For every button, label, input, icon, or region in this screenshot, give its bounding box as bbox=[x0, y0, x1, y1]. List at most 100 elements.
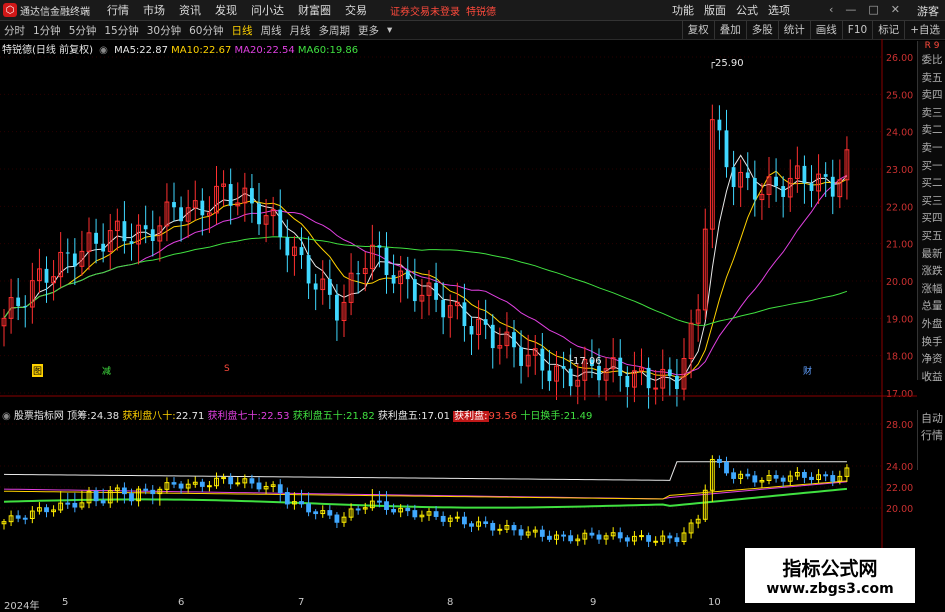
candle-body bbox=[441, 299, 446, 318]
sub-candle-body bbox=[653, 540, 659, 543]
toolbar-right: 复权 叠加 多股 统计 画线 F10 标记 +自选 bbox=[681, 21, 945, 39]
period-5min[interactable]: 5分钟 bbox=[69, 23, 97, 38]
side-tab-11[interactable]: 最新 bbox=[922, 246, 943, 264]
side-tab-2[interactable]: 卖四 bbox=[922, 87, 943, 105]
period-60min[interactable]: 60分钟 bbox=[189, 23, 223, 38]
menu-news[interactable]: 资讯 bbox=[179, 2, 201, 18]
login-notice[interactable]: 证券交易未登录 bbox=[390, 3, 460, 18]
menu-market[interactable]: 市场 bbox=[143, 2, 165, 18]
marker-s[interactable]: S bbox=[224, 364, 230, 374]
sub-candle-body bbox=[235, 482, 241, 485]
sub-candle-body bbox=[256, 482, 262, 490]
high-value: 25.90 bbox=[715, 58, 744, 69]
side-tab-quote[interactable]: 行情 bbox=[921, 427, 943, 444]
mark-button[interactable]: 标记 bbox=[872, 21, 904, 39]
candle-body bbox=[490, 324, 495, 349]
period-multi[interactable]: 多周期 bbox=[319, 23, 351, 38]
side-tab-16[interactable]: 换手 bbox=[922, 334, 943, 352]
menu-discover[interactable]: 发现 bbox=[215, 2, 237, 18]
ma20-line bbox=[3, 174, 848, 376]
marker-finance[interactable]: 财 bbox=[803, 364, 812, 377]
multi-stock-button[interactable]: 多股 bbox=[745, 21, 778, 39]
sub-candle-body bbox=[327, 510, 333, 516]
profit50-label: 获利盘五十: bbox=[292, 411, 347, 422]
side-tab-8[interactable]: 买三 bbox=[922, 193, 943, 211]
menu-ask[interactable]: 问小达 bbox=[251, 2, 284, 18]
profit5-value: 17.01 bbox=[421, 411, 450, 422]
menu-options[interactable]: 选项 bbox=[768, 2, 790, 18]
overlay-button[interactable]: 叠加 bbox=[713, 21, 746, 39]
candle-body bbox=[809, 183, 814, 191]
side-tab-14[interactable]: 总量 bbox=[922, 298, 943, 316]
menu-trade[interactable]: 交易 bbox=[345, 2, 367, 18]
low-value: 17.06 bbox=[573, 356, 602, 367]
side-tab-0[interactable]: 委比 bbox=[922, 52, 943, 70]
kline-chart[interactable]: 26.00 25.00 24.00 23.00 22.00 21.00 20.00 19.00… bbox=[0, 39, 917, 609]
sub-candle-body bbox=[306, 503, 311, 513]
side-tab-1[interactable]: 卖五 bbox=[922, 70, 943, 88]
period-weekly[interactable]: 周线 bbox=[261, 23, 282, 38]
add-watchlist-button[interactable]: +自选 bbox=[904, 21, 945, 39]
side-tab-9[interactable]: 买四 bbox=[922, 210, 943, 228]
back-icon[interactable]: ‹ bbox=[829, 3, 833, 16]
maximize-icon[interactable]: □ bbox=[868, 3, 878, 16]
candle-body bbox=[200, 200, 205, 216]
high-price-label: ┌25.90 bbox=[709, 58, 744, 69]
side-tab-6[interactable]: 买一 bbox=[922, 158, 943, 176]
side-tab-15[interactable]: 外盘 bbox=[922, 316, 943, 334]
side-tab-5[interactable]: 卖一 bbox=[922, 140, 943, 158]
indicator-settings-icon[interactable]: ◉ bbox=[2, 411, 11, 422]
price-tick: 24.00 bbox=[886, 128, 913, 139]
side-tab-4[interactable]: 卖二 bbox=[922, 122, 943, 140]
side-tab-13[interactable]: 涨幅 bbox=[922, 281, 943, 299]
draw-button[interactable]: 画线 bbox=[809, 21, 842, 39]
sub-candle-body bbox=[15, 515, 21, 519]
menu-formula[interactable]: 公式 bbox=[736, 2, 758, 18]
price-tick: 22.00 bbox=[886, 483, 913, 494]
period-15min[interactable]: 15分钟 bbox=[104, 23, 138, 38]
side-tab-18[interactable]: 收益 bbox=[922, 369, 943, 387]
sub-candle-body bbox=[539, 529, 545, 537]
side-tab-7[interactable]: 买二 bbox=[922, 175, 943, 193]
period-daily[interactable]: 日线 bbox=[232, 23, 253, 38]
minimize-icon[interactable]: — bbox=[845, 3, 856, 16]
adjust-button[interactable]: 复权 bbox=[681, 21, 714, 39]
side-tab-12[interactable]: 涨跌 bbox=[922, 263, 943, 281]
sub-candle-body bbox=[773, 475, 779, 479]
sub-candle-body bbox=[624, 537, 630, 542]
marker-news[interactable]: 图 bbox=[32, 364, 44, 377]
marker-reduce[interactable]: 减 bbox=[102, 364, 111, 377]
side-tab-3[interactable]: 卖三 bbox=[922, 105, 943, 123]
sub-candle-body bbox=[171, 482, 177, 485]
menu-wealth[interactable]: 财富圈 bbox=[298, 2, 331, 18]
period-intraday[interactable]: 分时 bbox=[4, 23, 25, 38]
f10-button[interactable]: F10 bbox=[841, 21, 872, 39]
sub-candle-body bbox=[143, 488, 149, 491]
candle-body bbox=[356, 273, 361, 275]
side-tab-10[interactable]: 买五 bbox=[922, 228, 943, 246]
side-tab-auto[interactable]: 自动 bbox=[921, 410, 943, 427]
side-tab-17[interactable]: 净资 bbox=[922, 351, 943, 369]
sub-candle-body bbox=[561, 534, 566, 537]
sub-candle-body bbox=[454, 516, 460, 519]
menu-market-quote[interactable]: 行情 bbox=[107, 2, 129, 18]
candle-body bbox=[44, 268, 49, 283]
top-chip-line bbox=[3, 461, 847, 481]
guest-label[interactable]: 游客 bbox=[917, 3, 939, 19]
menu-layout[interactable]: 版面 bbox=[704, 2, 726, 18]
sub-candle-body bbox=[65, 502, 71, 505]
sub-candle-body bbox=[830, 475, 836, 482]
close-icon[interactable]: ✕ bbox=[891, 3, 900, 16]
menu-function[interactable]: 功能 bbox=[672, 2, 694, 18]
period-monthly[interactable]: 月线 bbox=[290, 23, 311, 38]
period-30min[interactable]: 30分钟 bbox=[147, 23, 181, 38]
side-top-indicator[interactable]: R 9 bbox=[925, 41, 940, 52]
stats-button[interactable]: 统计 bbox=[777, 21, 810, 39]
candle-body bbox=[830, 176, 835, 197]
sub-chart-title[interactable]: 股票指标网 bbox=[14, 411, 64, 422]
candle-body bbox=[377, 245, 382, 248]
sub-chart-info: ◉ 股票指标网 顶筹:24.38 获利盘八十:22.71 获利盘七十:22.53… bbox=[2, 407, 592, 422]
period-more[interactable]: 更多 bbox=[358, 23, 379, 38]
period-1min[interactable]: 1分钟 bbox=[33, 23, 61, 38]
chevron-down-icon[interactable]: ▾ bbox=[387, 24, 392, 36]
